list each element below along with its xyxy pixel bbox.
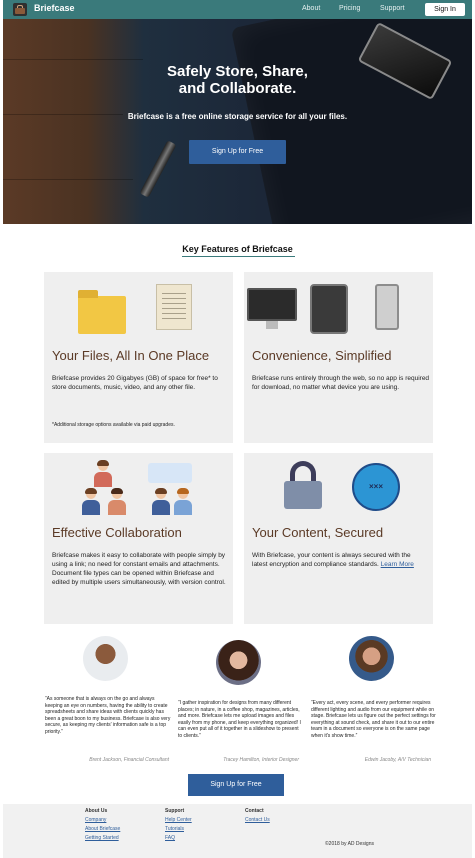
avatar xyxy=(349,636,394,681)
hero-title: Safely Store, Share, and Collaborate. xyxy=(3,63,472,97)
document-icon xyxy=(156,284,192,330)
footer-column-support: Support Help Center Tutorials FAQ xyxy=(165,808,192,844)
footer-link-faq[interactable]: FAQ xyxy=(165,835,192,841)
briefcase-photo xyxy=(230,19,472,224)
testimonial-quote: “I gather inspiration for designs from m… xyxy=(178,700,301,739)
footer-heading: Support xyxy=(165,808,185,814)
team-member-icon xyxy=(152,488,170,515)
feature-title: Convenience, Simplified xyxy=(252,348,392,363)
feature-text: With Briefcase, your content is always s… xyxy=(252,551,424,569)
feature-footnote: *Additional storage options available vi… xyxy=(52,422,175,428)
footer xyxy=(3,804,472,858)
footer-link-getting-started[interactable]: Getting Started xyxy=(85,835,120,841)
footer-heading: About Us xyxy=(85,808,108,814)
avatar xyxy=(83,636,128,681)
feature-card-collaboration: Effective Collaboration Briefcase makes … xyxy=(44,453,233,624)
team-member-icon xyxy=(82,488,100,515)
nav-link-about[interactable]: About xyxy=(302,5,320,12)
hero-signup-button[interactable]: Sign Up for Free xyxy=(189,140,286,164)
nav-link-support[interactable]: Support xyxy=(380,5,405,12)
hero-subtitle: Briefcase is a free online storage servi… xyxy=(127,112,348,121)
phone-icon xyxy=(375,284,399,330)
footer-column-about: About Us Company About Briefcase Getting… xyxy=(85,808,120,844)
sign-in-button[interactable]: Sign In xyxy=(425,3,465,16)
hero-title-line2: and Collaborate. xyxy=(178,80,297,97)
page: Briefcase About Pricing Support Sign In … xyxy=(3,0,472,858)
feature-title: Effective Collaboration xyxy=(52,525,182,540)
team-member-icon xyxy=(108,488,126,515)
footer-heading: Contact xyxy=(245,808,264,814)
password-badge-icon: ××× xyxy=(352,463,400,511)
footer-link-help-center[interactable]: Help Center xyxy=(165,817,192,823)
pen-photo xyxy=(139,140,177,198)
team-member-icon xyxy=(174,488,192,515)
hero-banner: Safely Store, Share, and Collaborate. Br… xyxy=(3,19,472,224)
nav-link-pricing[interactable]: Pricing xyxy=(339,5,360,12)
folder-icon xyxy=(78,290,126,334)
monitor-icon xyxy=(247,288,297,321)
feature-card-files: Your Files, All In One Place Briefcase p… xyxy=(44,272,233,443)
team-icon xyxy=(94,460,112,487)
wood-grain-line xyxy=(3,179,133,180)
feature-title: Your Files, All In One Place xyxy=(52,348,210,363)
testimonial-author: Brent Jackson, Financial Consultant xyxy=(89,757,169,763)
footer-link-about-briefcase[interactable]: About Briefcase xyxy=(85,826,120,832)
footer-link-tutorials[interactable]: Tutorials xyxy=(165,826,192,832)
hero-title-line1: Safely Store, Share, xyxy=(167,63,308,80)
features-heading-underline xyxy=(182,256,295,257)
chat-bubble-icon xyxy=(148,463,192,483)
bottom-signup-button[interactable]: Sign Up for Free xyxy=(188,774,284,796)
padlock-shackle xyxy=(290,461,316,483)
testimonial-author: Edwin Jacoby, A/V Technician xyxy=(364,757,431,763)
feature-text: Briefcase provides 20 Gigabyes (GB) of s… xyxy=(52,375,218,391)
features-heading: Key Features of Briefcase xyxy=(182,244,293,254)
testimonial-quote: “As someone that is always on the go and… xyxy=(45,696,171,735)
testimonial-quote: “Every act, every scene, and every perfo… xyxy=(311,700,436,739)
copyright-text: ©2018 by AD Designs xyxy=(325,841,374,847)
briefcase-logo-icon[interactable] xyxy=(13,3,27,16)
feature-text: Briefcase makes it easy to collaborate w… xyxy=(52,552,226,586)
feature-title: Your Content, Secured xyxy=(252,525,384,540)
top-navigation-bar: Briefcase About Pricing Support Sign In xyxy=(3,0,472,19)
padlock-icon xyxy=(284,481,322,509)
footer-link-company[interactable]: Company xyxy=(85,817,120,823)
learn-more-link[interactable]: Learn More xyxy=(381,561,414,568)
tablet-icon xyxy=(310,284,348,334)
footer-link-contact-us[interactable]: Contact Us xyxy=(245,817,270,823)
feature-card-security: ××× Your Content, Secured With Briefcase… xyxy=(244,453,433,624)
testimonial-author: Tracey Hamilton, Interior Designer xyxy=(223,757,299,763)
feature-card-convenience: Convenience, Simplified Briefcase runs e… xyxy=(244,272,433,443)
wood-grain-line xyxy=(3,59,143,60)
feature-text: Briefcase runs entirely through the web,… xyxy=(252,375,430,391)
monitor-stand xyxy=(266,321,278,329)
footer-column-contact: Contact Contact Us xyxy=(245,808,270,826)
avatar xyxy=(216,640,261,685)
brand-name[interactable]: Briefcase xyxy=(34,3,75,13)
